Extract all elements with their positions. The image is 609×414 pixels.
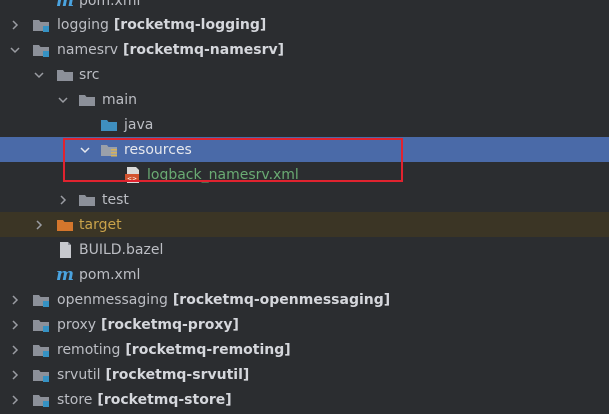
module-name: [rocketmq-proxy] (101, 316, 239, 333)
module-folder-icon (32, 317, 50, 333)
module-name: [rocketmq-remoting] (125, 341, 291, 358)
svg-text:<>: <> (127, 175, 137, 182)
chevron-right-icon[interactable] (56, 193, 70, 207)
chevron-down-icon[interactable] (78, 143, 92, 157)
tree-item-remoting[interactable]: remoting [rocketmq-remoting] (0, 337, 609, 362)
module-folder-icon (32, 367, 50, 383)
tree-item-label: proxy (57, 316, 97, 333)
tree-item-test[interactable]: test (0, 187, 609, 212)
tree-item-label: target (79, 216, 122, 233)
tree-item-pom[interactable]: m pom.xml (0, 262, 609, 287)
tree-item-build-bazel[interactable]: BUILD.bazel (0, 237, 609, 262)
module-name: [rocketmq-openmessaging] (172, 291, 391, 308)
chevron-right-icon[interactable] (8, 18, 22, 32)
tree-item-label: srvutil (57, 366, 101, 383)
tree-item-proxy[interactable]: proxy [rocketmq-proxy] (0, 312, 609, 337)
file-icon (56, 241, 74, 258)
xml-file-icon: <> (123, 166, 141, 183)
module-folder-icon (32, 17, 50, 33)
folder-icon (78, 92, 96, 108)
maven-icon: m (56, 264, 74, 285)
tree-item-target[interactable]: target (0, 212, 609, 237)
tree-item-label: openmessaging (57, 291, 168, 308)
project-tree: m pom.xml logging [rocketmq-logging] name… (0, 0, 609, 414)
tree-item-logback-xml[interactable]: <> logback_namesrv.xml (0, 162, 609, 187)
tree-item-label: logging (57, 16, 109, 33)
chevron-down-icon[interactable] (56, 93, 70, 107)
tree-item-openmessaging[interactable]: openmessaging [rocketmq-openmessaging] (0, 287, 609, 312)
tree-item-namesrv[interactable]: namesrv [rocketmq-namesrv] (0, 37, 609, 62)
tree-item-label: test (102, 191, 129, 208)
module-name: [rocketmq-store] (97, 391, 232, 408)
tree-item-label: pom.xml (79, 0, 141, 9)
tree-item-src[interactable]: src (0, 62, 609, 87)
chevron-right-icon[interactable] (8, 318, 22, 332)
tree-item-label: store (57, 391, 93, 408)
module-name: [rocketmq-namesrv] (123, 41, 285, 58)
tree-item-label: java (124, 116, 154, 133)
folder-icon (78, 192, 96, 208)
tree-item-java[interactable]: java (0, 112, 609, 137)
excluded-folder-icon (56, 217, 74, 233)
chevron-right-icon[interactable] (8, 343, 22, 357)
chevron-right-icon[interactable] (32, 218, 46, 232)
tree-item-label: namesrv (57, 41, 119, 58)
chevron-right-icon[interactable] (8, 293, 22, 307)
chevron-down-icon[interactable] (32, 68, 46, 82)
tree-item-label: pom.xml (79, 266, 141, 283)
chevron-right-icon[interactable] (8, 393, 22, 407)
tree-item-label: main (102, 91, 137, 108)
tree-item-main[interactable]: main (0, 87, 609, 112)
module-folder-icon (32, 292, 50, 308)
tree-item-label: src (79, 66, 100, 83)
tree-item-store[interactable]: store [rocketmq-store] (0, 387, 609, 412)
module-name: [rocketmq-logging] (113, 16, 267, 33)
module-folder-icon (32, 342, 50, 358)
tree-item-logging[interactable]: logging [rocketmq-logging] (0, 12, 609, 37)
tree-item-srvutil[interactable]: srvutil [rocketmq-srvutil] (0, 362, 609, 387)
tree-item-label: BUILD.bazel (79, 241, 164, 258)
chevron-right-icon[interactable] (8, 368, 22, 382)
source-root-folder-icon (100, 117, 118, 133)
tree-item-label: logback_namesrv.xml (147, 166, 299, 183)
module-name: [rocketmq-srvutil] (105, 366, 250, 383)
tree-item-label: resources (124, 141, 192, 158)
module-folder-icon (32, 42, 50, 58)
folder-icon (56, 67, 74, 83)
maven-icon: m (56, 0, 74, 11)
tree-item-resources[interactable]: resources (0, 137, 609, 162)
resources-root-folder-icon (100, 142, 118, 158)
chevron-down-icon[interactable] (8, 43, 22, 57)
tree-item-label: remoting (57, 341, 121, 358)
module-folder-icon (32, 392, 50, 408)
